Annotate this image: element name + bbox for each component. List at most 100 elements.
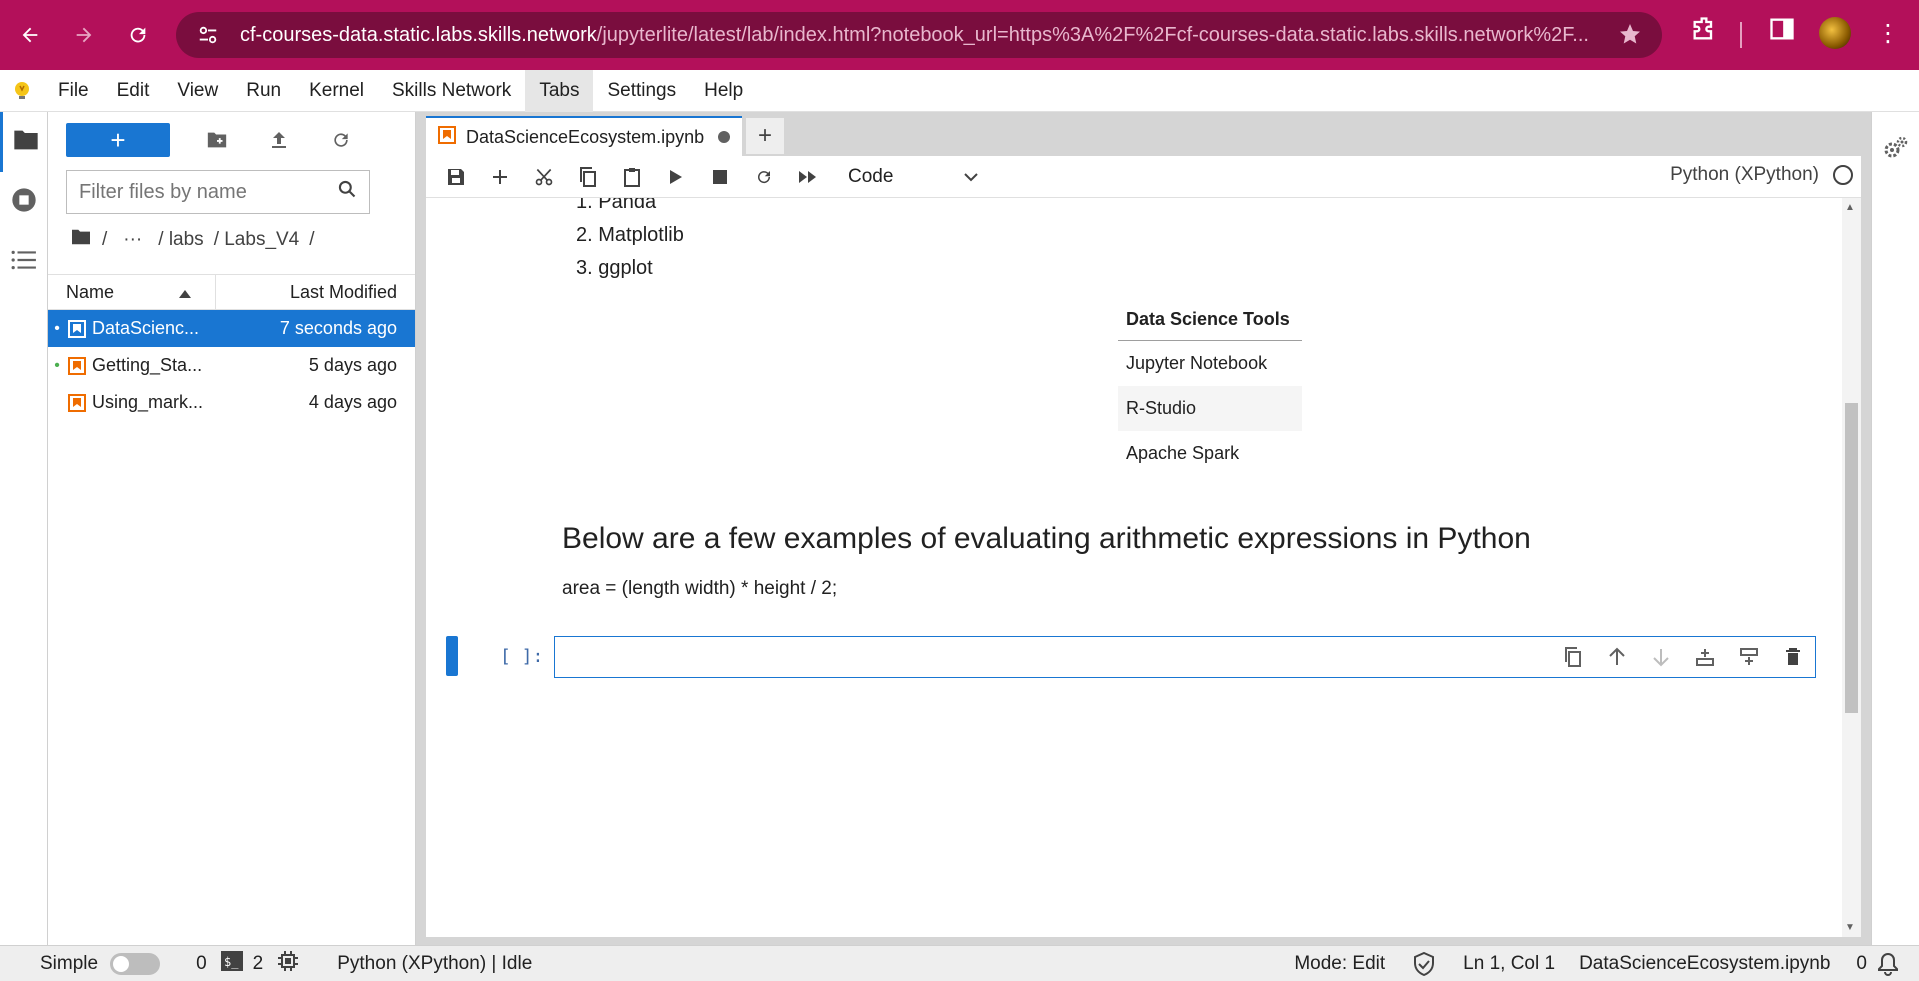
back-icon[interactable] (10, 15, 50, 55)
name-column-header[interactable]: Name (48, 274, 216, 310)
active-cell-marker[interactable] (446, 636, 458, 676)
terminal-count[interactable]: 0 $_ 2 (196, 950, 299, 978)
move-down-icon[interactable] (1645, 643, 1677, 671)
shield-check-icon[interactable] (1413, 951, 1435, 976)
delete-cell-icon[interactable] (1777, 643, 1809, 671)
cut-icon[interactable] (522, 157, 566, 197)
breadcrumb-trailing-slash: / (309, 229, 315, 250)
menu-skills-network[interactable]: Skills Network (378, 70, 525, 112)
restart-icon[interactable] (742, 157, 786, 197)
site-settings-icon[interactable] (190, 24, 226, 46)
cell-type-select[interactable]: Code (848, 166, 978, 188)
notebook-content: 1. Panda 2. Matplotlib 3. ggplot Data Sc… (426, 198, 1842, 937)
notebook-icon (62, 356, 92, 375)
table-of-contents-tab[interactable] (0, 232, 48, 292)
simple-mode: Simple (40, 952, 161, 975)
notification-count: 0 (1856, 952, 1867, 974)
move-up-icon[interactable] (1601, 643, 1633, 671)
svg-text:$_: $_ (224, 955, 239, 969)
address-bar[interactable]: cf-courses-data.static.labs.skills.netwo… (176, 12, 1662, 58)
property-inspector-gears-icon[interactable] (1882, 134, 1910, 945)
profile-avatar[interactable] (1819, 17, 1851, 49)
unsaved-indicator-icon[interactable] (718, 131, 731, 143)
menu-settings[interactable]: Settings (593, 70, 690, 112)
notebook-scrollbar[interactable]: ▲ ▼ (1842, 198, 1861, 937)
menu-view[interactable]: View (163, 70, 232, 112)
file-modified: 7 seconds ago (279, 318, 397, 338)
breadcrumb-labs-v4[interactable]: / Labs_V4 (214, 229, 300, 251)
breadcrumb-labs[interactable]: / labs (158, 229, 203, 251)
last-modified-column-header[interactable]: Last Modified (216, 282, 415, 303)
sort-ascending-icon (179, 282, 191, 303)
running-sessions-tab[interactable] (0, 172, 48, 232)
cursor-position[interactable]: Ln 1, Col 1 (1463, 953, 1555, 975)
file-row[interactable]: • DataScienc... 7 seconds ago (48, 310, 415, 347)
insert-cell-icon[interactable] (478, 157, 522, 197)
scroll-up-icon[interactable]: ▲ (1845, 202, 1855, 213)
chevron-down-icon (964, 166, 978, 188)
main-dock-area: DataScienceEcosystem.ipynb + Code Python… (416, 112, 1871, 945)
kernel-indicator[interactable]: Python (XPython) (1670, 164, 1853, 186)
file-name: Using_mark... (92, 392, 204, 412)
simple-mode-toggle[interactable] (110, 952, 161, 975)
breadcrumb-ellipsis[interactable]: ··· (123, 229, 142, 251)
menu-run[interactable]: Run (232, 70, 295, 112)
duplicate-cell-icon[interactable] (1557, 643, 1589, 671)
new-launcher-button[interactable]: + (66, 123, 170, 157)
markdown-paragraph: area = (length width) * height / 2; (562, 578, 838, 599)
breadcrumb-root[interactable]: / (102, 229, 107, 251)
scrollbar-thumb[interactable] (1845, 403, 1858, 713)
refresh-icon[interactable] (310, 130, 372, 150)
stop-icon[interactable] (698, 157, 742, 197)
menu-help[interactable]: Help (690, 70, 757, 112)
file-row[interactable]: Using_mark... 4 days ago (48, 384, 415, 421)
bell-icon[interactable] (1877, 952, 1899, 976)
file-name: DataScienc... (92, 318, 200, 338)
file-name: Getting_Sta... (92, 355, 203, 375)
scroll-down-icon[interactable]: ▼ (1845, 922, 1855, 933)
kernel-status-icon (1833, 165, 1853, 185)
file-browser-tab[interactable] (0, 112, 48, 172)
menu-kernel[interactable]: Kernel (295, 70, 378, 112)
document-tab-bar: DataScienceEcosystem.ipynb + (416, 112, 1871, 156)
markdown-heading: Below are a few examples of evaluating a… (562, 522, 1531, 555)
side-panel-icon[interactable] (1768, 15, 1796, 48)
bookmark-star-icon[interactable] (1618, 22, 1642, 52)
running-indicator: • (54, 319, 60, 337)
add-tab-button[interactable]: + (746, 118, 784, 154)
file-modified: 5 days ago (308, 355, 397, 375)
list-item: 2. Matplotlib (576, 224, 684, 246)
browser-menu-icon[interactable]: ⋮ (1876, 16, 1900, 52)
list-item: 1. Panda (576, 198, 657, 213)
cell-toolbar (1557, 643, 1809, 671)
forward-icon[interactable] (64, 15, 104, 55)
copy-icon[interactable] (566, 157, 610, 197)
menu-edit[interactable]: Edit (103, 70, 164, 112)
fast-forward-icon[interactable] (786, 157, 830, 197)
extensions-icon[interactable] (1690, 15, 1718, 48)
paste-icon[interactable] (610, 157, 654, 197)
reload-icon[interactable] (118, 15, 158, 55)
file-modified: 4 days ago (308, 392, 397, 412)
tab-datascienceecosystem[interactable]: DataScienceEcosystem.ipynb (426, 116, 742, 156)
notebook-toolbar: Code Python (XPython) (426, 156, 1861, 198)
save-icon[interactable] (434, 157, 478, 197)
code-cell-editor[interactable] (554, 636, 1816, 678)
run-icon[interactable] (654, 157, 698, 197)
url-text: cf-courses-data.static.labs.skills.netwo… (240, 23, 1589, 46)
home-folder-icon[interactable] (70, 228, 92, 252)
menu-tabs[interactable]: Tabs (525, 69, 594, 112)
filter-files-input[interactable]: Filter files by name (66, 170, 370, 214)
list-icon (11, 249, 37, 276)
new-folder-icon[interactable] (186, 130, 248, 150)
insert-below-icon[interactable] (1733, 643, 1765, 671)
status-bar: Simple 0 $_ 2 Python (XPython) | Idle Mo… (0, 945, 1919, 981)
cpu-chip-icon (277, 950, 299, 978)
insert-above-icon[interactable] (1689, 643, 1721, 671)
simple-mode-label: Simple (40, 952, 99, 974)
table-cell: Jupyter Notebook (1126, 352, 1268, 373)
kernel-status[interactable]: Python (XPython) | Idle (337, 953, 532, 975)
file-row[interactable]: • Getting_Sta... 5 days ago (48, 347, 415, 384)
upload-icon[interactable] (248, 130, 310, 150)
menu-file[interactable]: File (44, 70, 103, 112)
